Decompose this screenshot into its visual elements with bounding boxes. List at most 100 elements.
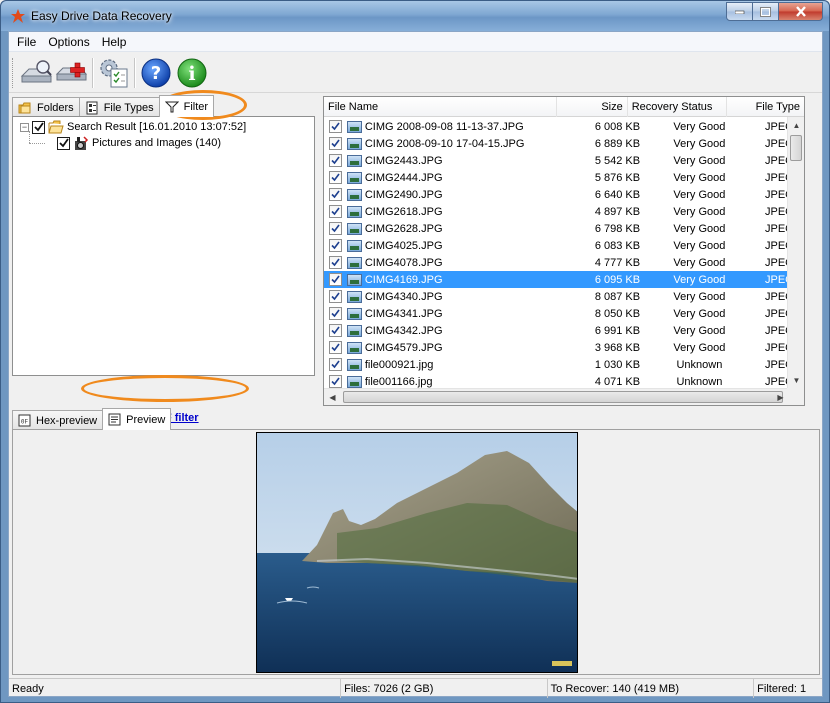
table-row[interactable]: CIMG2618.JPG 4 897 KB Very Good JPEG [324,203,804,220]
scroll-left-arrow-icon[interactable]: ◀ [324,389,341,405]
menu-options[interactable]: Options [42,35,95,49]
row-checkbox[interactable] [329,290,343,303]
tab-file-types[interactable]: File Types [78,97,160,117]
row-checkbox[interactable] [329,273,343,286]
row-checkbox[interactable] [329,341,343,354]
col-file-type[interactable]: File Type [727,97,804,117]
row-checkbox[interactable] [329,137,343,150]
pictures-checkbox[interactable] [57,136,70,150]
tab-filter[interactable]: Filter [158,95,215,117]
toolbar: ? i [9,53,822,93]
row-checkbox[interactable] [329,171,343,184]
collapse-toggle[interactable]: − [20,122,29,132]
image-file-icon [347,188,362,201]
info-button[interactable]: i [174,55,210,91]
table-row[interactable]: CIMG4078.JPG 4 777 KB Very Good JPEG [324,254,804,271]
row-checkbox[interactable] [329,154,343,167]
checkmark-icon [33,122,44,132]
row-checkbox-cell [324,273,347,286]
row-checkbox[interactable] [329,222,343,235]
tree-node-pictures[interactable]: Pictures and Images (140) [45,135,221,151]
row-checkbox[interactable] [329,358,343,371]
checkmark-icon [331,122,340,131]
client-area: File Options Help ? i Folders File Types… [8,31,823,698]
recovery-status: Very Good [673,239,726,252]
filter-tree: − Search Result [16.01.2010 13:07:52] Pi… [12,116,315,376]
table-row[interactable]: CIMG2490.JPG 6 640 KB Very Good JPEG [324,186,804,203]
row-checkbox[interactable] [329,188,343,201]
table-row[interactable]: CIMG 2008-09-10 17-04-15.JPG 6 889 KB Very… [324,135,804,152]
row-checkbox-cell [324,341,347,354]
vertical-scroll-thumb[interactable] [790,135,802,161]
row-checkbox-cell [324,222,347,235]
checkmark-icon [331,156,340,165]
row-checkbox-cell [324,324,347,337]
col-size[interactable]: Size [557,97,628,117]
settings-button[interactable] [96,55,132,91]
svg-text:0F: 0F [21,419,29,426]
scroll-corner [787,388,804,405]
file-size: 6 889 KB [594,137,641,150]
table-row[interactable]: CIMG2443.JPG 5 542 KB Very Good JPEG [324,152,804,169]
table-row[interactable]: file000921.jpg 1 030 KB Unknown JPEG [324,356,804,373]
row-checkbox[interactable] [329,256,343,269]
row-checkbox[interactable] [329,307,343,320]
recover-drive-button[interactable] [54,55,90,91]
recovery-status: Very Good [673,137,726,150]
row-checkbox[interactable] [329,205,343,218]
checkmark-icon [331,207,340,216]
row-checkbox[interactable] [329,375,343,388]
help-button[interactable]: ? [138,55,174,91]
tab-folders[interactable]: Folders [12,97,80,117]
file-name: CIMG4579.JPG [364,341,443,354]
checkmark-icon [331,309,340,318]
maximize-icon [760,6,771,17]
image-file-icon [347,375,362,388]
info-icon: i [177,58,207,87]
row-checkbox-cell [324,154,347,167]
col-recovery-status[interactable]: Recovery Status [628,97,728,117]
minimize-button[interactable] [726,2,753,21]
vertical-scrollbar[interactable]: ▲ ▼ [787,117,804,389]
scan-drive-button[interactable] [18,55,54,91]
file-size: 6 640 KB [594,188,641,201]
col-file-name[interactable]: File Name [324,97,557,117]
table-row[interactable]: CIMG4341.JPG 8 050 KB Very Good JPEG [324,305,804,322]
maximize-button[interactable] [753,2,779,21]
row-checkbox[interactable] [329,239,343,252]
table-row[interactable]: CIMG4169.JPG 6 095 KB Very Good JPEG [324,271,804,288]
file-name: CIMG 2008-09-10 17-04-15.JPG [364,137,525,150]
scroll-up-arrow-icon[interactable]: ▲ [788,117,804,134]
table-row[interactable]: CIMG4579.JPG 3 968 KB Very Good JPEG [324,339,804,356]
table-row[interactable]: CIMG2444.JPG 5 876 KB Very Good JPEG [324,169,804,186]
recovery-status: Unknown [676,358,723,371]
toolbar-grip[interactable] [12,57,15,88]
table-row[interactable]: CIMG4342.JPG 6 991 KB Very Good JPEG [324,322,804,339]
search-result-checkbox[interactable] [32,120,45,134]
table-row[interactable]: CIMG 2008-09-08 11-13-37.JPG 6 008 KB Very… [324,118,804,135]
tab-preview[interactable]: Preview [102,408,172,430]
menu-help[interactable]: Help [96,35,133,49]
table-row[interactable]: CIMG4340.JPG 8 087 KB Very Good JPEG [324,288,804,305]
file-size: 6 083 KB [594,239,641,252]
menu-file[interactable]: File [11,35,42,49]
table-row[interactable]: CIMG2628.JPG 6 798 KB Very Good JPEG [324,220,804,237]
image-file-icon [347,358,362,371]
tab-hex-preview[interactable]: 0F Hex-preview [12,410,104,430]
horizontal-scrollbar[interactable]: ◀ ▶ [324,388,789,405]
svg-text:?: ? [151,63,161,84]
row-checkbox[interactable] [329,324,343,337]
horizontal-scroll-thumb[interactable] [343,391,783,403]
image-file-icon [347,341,362,354]
close-button[interactable] [779,2,823,21]
checkmark-icon [331,343,340,352]
file-name: CIMG2443.JPG [364,154,443,167]
table-row[interactable]: CIMG4025.JPG 6 083 KB Very Good JPEG [324,237,804,254]
open-folder-icon [48,120,64,134]
row-checkbox[interactable] [329,120,343,133]
tree-node-search-result[interactable]: − Search Result [16.01.2010 13:07:52] [20,119,246,135]
scroll-down-arrow-icon[interactable]: ▼ [788,372,804,389]
file-size: 4 071 KB [594,375,641,388]
title-bar[interactable]: Easy Drive Data Recovery [1,1,829,31]
preview-tabs: 0F Hex-preview Preview [12,408,172,430]
